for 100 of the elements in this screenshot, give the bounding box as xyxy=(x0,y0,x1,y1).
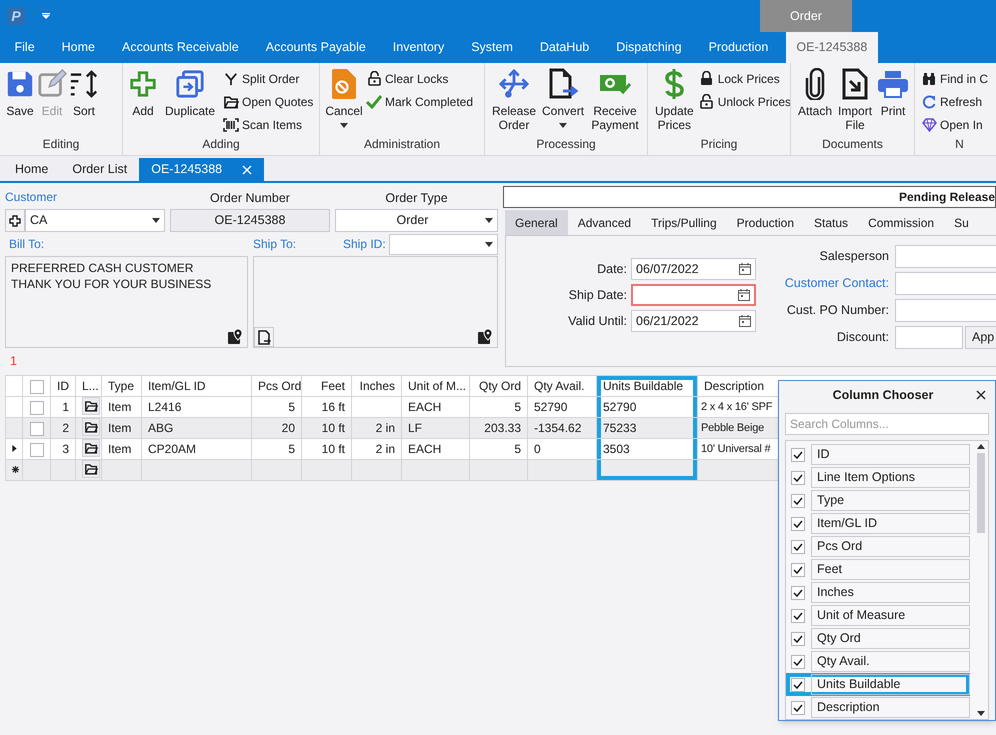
column-checkbox[interactable] xyxy=(791,516,805,530)
ribbon-button[interactable]: Open In xyxy=(920,113,988,135)
add-customer-button[interactable] xyxy=(5,209,25,232)
detail-tab[interactable]: Trips/Pulling xyxy=(641,210,727,235)
detail-tab[interactable]: General xyxy=(505,210,568,235)
column-option[interactable]: Unit of Measure xyxy=(811,605,970,626)
column-checkbox[interactable] xyxy=(791,562,805,576)
ribbon-button[interactable]: Cancel xyxy=(325,67,363,132)
table-cell: 16 ft xyxy=(322,400,345,414)
line-item-options-button[interactable] xyxy=(82,418,100,438)
column-option[interactable]: Inches xyxy=(811,582,970,603)
detail-tab[interactable]: Su xyxy=(944,210,979,235)
column-option[interactable]: ID xyxy=(811,444,970,465)
column-option[interactable]: Qty Avail. xyxy=(811,651,970,672)
row-checkbox[interactable] xyxy=(30,422,44,436)
ribbon-tab[interactable]: Production xyxy=(695,32,782,63)
input-field[interactable] xyxy=(895,326,963,349)
column-checkbox[interactable] xyxy=(791,494,805,508)
detail-tab[interactable]: Commission xyxy=(858,210,944,235)
column-checkbox[interactable] xyxy=(791,540,805,554)
date-field[interactable] xyxy=(631,284,756,306)
detail-tab[interactable]: Advanced xyxy=(568,210,642,235)
document-tab[interactable]: OE-1245388 xyxy=(139,158,264,181)
column-checkbox[interactable] xyxy=(791,654,805,668)
link[interactable]: Customer Contact: xyxy=(784,274,889,293)
ribbon-tab[interactable]: Accounts Payable xyxy=(252,32,380,63)
column-option[interactable]: Type xyxy=(811,490,970,511)
ribbon-button[interactable]: Find in C xyxy=(920,67,988,90)
quick-access-menu[interactable] xyxy=(40,10,52,22)
column-checkbox[interactable] xyxy=(791,678,805,692)
column-checkbox[interactable] xyxy=(791,700,805,714)
ribbon-button[interactable]: Print xyxy=(876,67,910,118)
document-tab[interactable]: Home xyxy=(3,158,60,181)
ribbon-button[interactable]: Add xyxy=(128,67,158,118)
ribbon-button[interactable]: Release Order xyxy=(490,67,538,132)
column-option[interactable]: Line Item Options xyxy=(811,467,970,488)
detail-tab[interactable]: Status xyxy=(804,210,858,235)
column-checkbox[interactable] xyxy=(791,586,805,600)
ribbon-button[interactable]: Open Quotes xyxy=(222,90,314,113)
caret-icon xyxy=(485,242,493,246)
column-option[interactable]: Units Buildable xyxy=(811,674,970,695)
row-checkbox[interactable] xyxy=(30,442,44,457)
ribbon-tab[interactable]: Home xyxy=(48,32,108,63)
ribbon-tab[interactable]: Accounts Receivable xyxy=(108,32,252,63)
ribbon-button[interactable]: Receive Payment xyxy=(588,67,642,135)
date-field[interactable]: 06/07/2022 xyxy=(631,258,756,280)
line-item-options-button[interactable] xyxy=(82,397,100,416)
column-option[interactable]: Feet xyxy=(811,559,970,580)
bill-to-address[interactable]: PREFERRED CASH CUSTOMER THANK YOU FOR YOUR BUSINESS xyxy=(5,256,248,348)
check-icon xyxy=(793,518,803,528)
close-button[interactable] xyxy=(975,389,987,401)
order-type-dropdown[interactable]: Order xyxy=(335,209,498,232)
line-item-options-button[interactable] xyxy=(82,460,100,480)
scrollbar-thumb[interactable] xyxy=(976,453,984,533)
row-checkbox[interactable] xyxy=(30,400,44,415)
ribbon-tab[interactable]: Dispatching xyxy=(602,32,696,63)
field-label: Bill To: xyxy=(8,236,46,253)
detail-tab[interactable]: Production xyxy=(726,210,804,235)
document-tab[interactable]: Order List xyxy=(60,158,140,181)
ribbon-button[interactable]: Scan Items xyxy=(222,113,314,135)
column-checkbox[interactable] xyxy=(791,448,805,462)
ribbon-button[interactable]: Convert xyxy=(540,67,586,132)
ribbon-tab[interactable]: Inventory xyxy=(379,32,458,63)
input-field[interactable] xyxy=(895,272,996,295)
field-label: Cust. PO Number: xyxy=(786,302,889,320)
address-line: PREFERRED CASH CUSTOMER xyxy=(11,260,194,276)
ribbon-button[interactable]: Attach xyxy=(796,67,834,118)
ribbon-button[interactable]: Import File xyxy=(836,67,874,132)
ribbon-button[interactable]: Save xyxy=(5,67,35,118)
ribbon-button[interactable]: Sort xyxy=(69,67,99,118)
column-header[interactable]: Description xyxy=(704,378,764,393)
ribbon-tab[interactable]: OE-1245388 xyxy=(786,32,878,63)
ribbon-button[interactable]: Split Order xyxy=(222,67,314,90)
table-cell: -1354.62 xyxy=(534,420,582,435)
ribbon-button[interactable]: Lock Prices xyxy=(698,67,790,90)
ribbon-button[interactable]: Refresh xyxy=(920,90,988,113)
search-field[interactable]: Search Columns... xyxy=(785,413,989,435)
column-checkbox[interactable] xyxy=(791,470,805,484)
date-field[interactable]: 06/21/2022 xyxy=(631,310,756,332)
column-checkbox[interactable] xyxy=(791,632,805,646)
ribbon-button[interactable]: Clear Locks xyxy=(365,67,474,90)
ribbon-tab[interactable]: DataHub xyxy=(526,32,603,63)
line-item-options-button[interactable] xyxy=(82,439,100,458)
ribbon-group-label: Administration xyxy=(362,136,442,153)
check-icon xyxy=(793,496,803,506)
ribbon-button[interactable]: Duplicate xyxy=(160,67,220,118)
column-option[interactable]: Item/GL ID xyxy=(811,513,970,534)
column-checkbox[interactable] xyxy=(791,608,805,622)
column-option[interactable]: Qty Ord xyxy=(811,628,970,649)
input-field[interactable] xyxy=(895,245,996,268)
ribbon-button[interactable]: Mark Completed xyxy=(365,90,474,113)
ribbon-button[interactable]: Update Prices xyxy=(653,67,696,132)
column-option[interactable]: Description xyxy=(811,697,970,718)
apply-button[interactable]: App xyxy=(965,326,996,349)
customer-dropdown[interactable]: CA xyxy=(25,209,165,232)
column-option[interactable]: Pcs Ord xyxy=(811,536,970,557)
select-all-checkbox[interactable] xyxy=(30,380,44,394)
input-field[interactable] xyxy=(895,299,996,322)
ribbon-tab[interactable]: System xyxy=(458,32,526,63)
ribbon-tab[interactable]: File xyxy=(1,32,48,63)
